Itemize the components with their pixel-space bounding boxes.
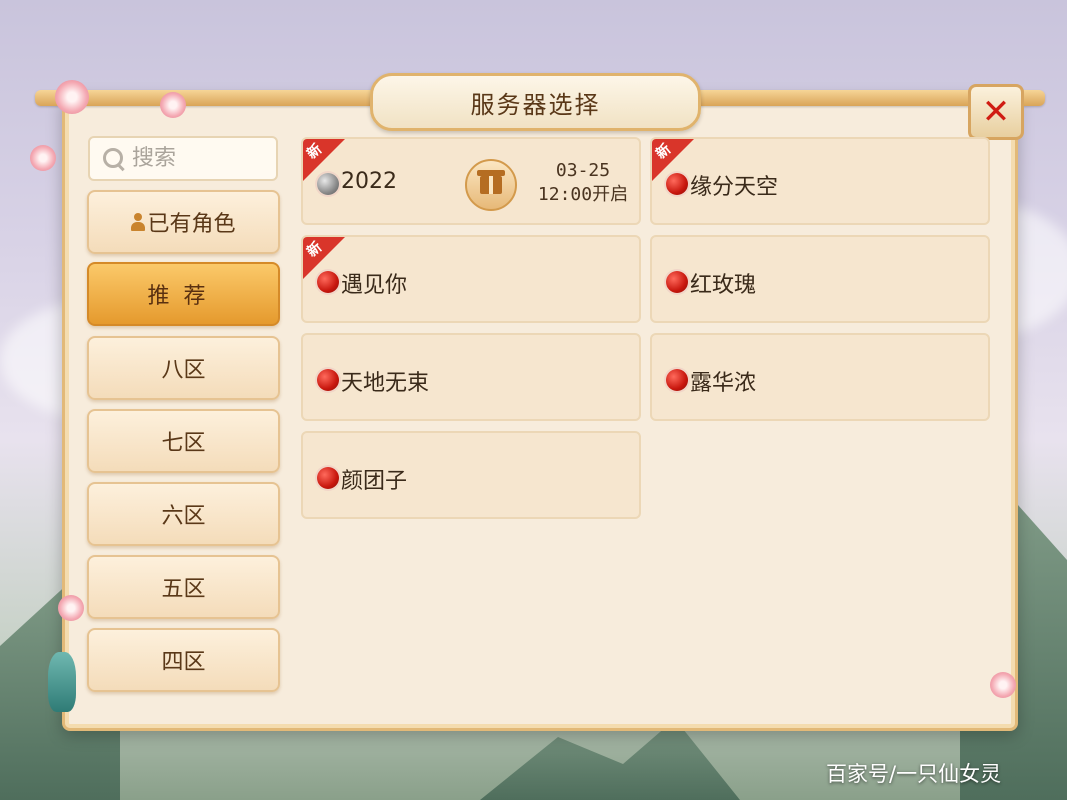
tab-label: 推荐 xyxy=(147,284,220,309)
server-card-yujian[interactable]: 新 遇见你 xyxy=(301,235,641,323)
server-status-red-icon xyxy=(666,271,688,293)
tab-zone-5[interactable]: 五区 xyxy=(87,555,280,619)
blossom-decoration xyxy=(58,595,84,621)
server-card-2022[interactable]: 新 2022 03-25 12:00开启 xyxy=(301,137,641,225)
tab-label: 已有角色 xyxy=(147,212,236,237)
server-card-yantuanzi[interactable]: 颜团子 xyxy=(301,431,641,519)
server-status-red-icon xyxy=(317,271,339,293)
vase-decoration xyxy=(48,652,76,712)
server-status-red-icon xyxy=(666,369,688,391)
close-icon: ✕ xyxy=(981,92,1011,132)
server-name: 颜团子 xyxy=(341,469,408,494)
blossom-decoration xyxy=(990,672,1016,698)
search-box[interactable] xyxy=(88,136,278,181)
person-icon xyxy=(131,213,146,231)
tab-zone-8[interactable]: 八区 xyxy=(87,336,280,400)
server-name: 2022 xyxy=(341,169,397,194)
server-status-red-icon xyxy=(317,467,339,489)
dialog-title: 服务器选择 xyxy=(470,90,601,119)
tab-zone-4[interactable]: 四区 xyxy=(87,628,280,692)
blossom-decoration xyxy=(55,80,89,114)
tab-recommended[interactable]: 推荐 xyxy=(87,262,280,326)
tab-label: 八区 xyxy=(161,358,206,383)
open-date: 03-25 xyxy=(555,160,611,181)
tab-label: 六区 xyxy=(161,504,206,529)
server-name: 红玫瑰 xyxy=(690,273,757,298)
server-name: 天地无束 xyxy=(341,371,430,396)
tab-label: 五区 xyxy=(161,577,206,602)
server-status-red-icon xyxy=(317,369,339,391)
server-open-time: 03-25 12:00开启 xyxy=(533,159,633,207)
blossom-decoration xyxy=(160,92,186,118)
title-plaque: 服务器选择 xyxy=(370,73,701,131)
tab-existing-characters[interactable]: 已有角色 xyxy=(87,190,280,254)
server-card-hongmeigui[interactable]: 红玫瑰 xyxy=(650,235,990,323)
server-card-tiandi[interactable]: 天地无束 xyxy=(301,333,641,421)
server-card-luhuanong[interactable]: 露华浓 xyxy=(650,333,990,421)
open-time: 12:00开启 xyxy=(537,184,629,205)
server-name: 露华浓 xyxy=(690,371,757,396)
server-card-yuanfen[interactable]: 新 缘分天空 xyxy=(650,137,990,225)
server-name: 遇见你 xyxy=(341,273,408,298)
tab-label: 四区 xyxy=(161,650,206,675)
server-status-gray-icon xyxy=(317,173,339,195)
blossom-decoration xyxy=(30,145,56,171)
search-icon xyxy=(102,147,126,171)
close-button[interactable]: ✕ xyxy=(968,84,1024,140)
tab-zone-7[interactable]: 七区 xyxy=(87,409,280,473)
tab-zone-6[interactable]: 六区 xyxy=(87,482,280,546)
watermark: 百家号/一只仙女灵 xyxy=(826,762,1002,786)
server-name: 缘分天空 xyxy=(690,175,779,200)
search-input[interactable] xyxy=(130,145,274,172)
tab-label: 七区 xyxy=(161,431,206,456)
server-status-red-icon xyxy=(666,173,688,195)
gift-icon[interactable] xyxy=(465,159,517,211)
